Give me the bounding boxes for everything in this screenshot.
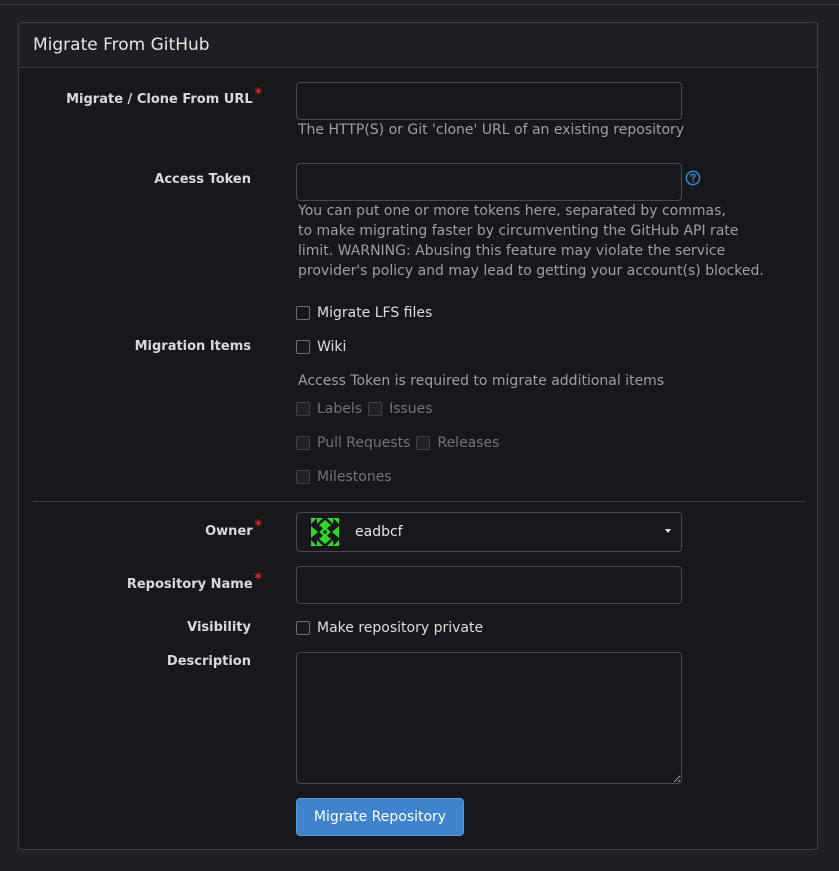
issues-checkbox-label: Issues xyxy=(389,401,433,417)
access-token-help: You can put one or more tokens here, sep… xyxy=(298,201,764,281)
private-checkbox[interactable]: Make repository private xyxy=(296,620,483,636)
migrate-repository-button[interactable]: Migrate Repository xyxy=(296,798,464,836)
labels-checkbox-label: Labels xyxy=(317,401,363,417)
lfs-checkbox[interactable]: Migrate LFS files xyxy=(296,305,432,321)
milestones-checkbox-label: Milestones xyxy=(317,469,392,485)
owner-name: eadbcf xyxy=(355,524,403,540)
wiki-checkbox[interactable]: Wiki xyxy=(296,339,346,355)
checkbox-box[interactable] xyxy=(296,340,310,354)
checkbox-box[interactable] xyxy=(296,306,310,320)
required-mark: * xyxy=(254,86,262,102)
repo-name-label: Repository Name * xyxy=(126,571,262,592)
milestones-checkbox[interactable] xyxy=(296,470,310,484)
owner-label: Owner * xyxy=(205,518,262,539)
migrate-panel: Migrate From GitHub Migrate / Clone From… xyxy=(18,22,818,850)
access-token-help-line: provider's policy and may lead to gettin… xyxy=(298,263,764,279)
access-token-help-line: to make migrating faster by circumventin… xyxy=(298,223,739,239)
pull-requests-checkbox-label: Pull Requests xyxy=(317,435,411,451)
access-token-help-line: You can put one or more tokens here, sep… xyxy=(298,203,726,219)
migration-items-row-3: Milestones xyxy=(296,469,392,485)
releases-checkbox-label: Releases xyxy=(437,435,500,451)
clone-url-label: Migrate / Clone From URL * xyxy=(66,86,262,107)
clone-url-help: The HTTP(S) or Git 'clone' URL of an exi… xyxy=(298,122,685,138)
access-token-help-line: limit. WARNING: Abusing this feature may… xyxy=(298,243,726,259)
migration-items-row-2: Pull Requests Releases xyxy=(296,435,499,451)
description-textarea[interactable] xyxy=(296,652,682,784)
migration-items-row-1: Labels Issues xyxy=(296,401,433,417)
access-token-label: Access Token xyxy=(154,172,251,187)
migration-items-label: Migration Items xyxy=(134,339,251,354)
checkbox-box[interactable] xyxy=(296,621,310,635)
labels-checkbox[interactable] xyxy=(296,402,310,416)
releases-checkbox[interactable] xyxy=(416,436,431,450)
access-token-input[interactable] xyxy=(296,163,682,201)
owner-dropdown[interactable]: eadbcf xyxy=(296,512,682,552)
description-label: Description xyxy=(166,654,251,669)
question-circle-icon[interactable] xyxy=(685,170,701,186)
owner-avatar xyxy=(311,518,339,546)
migration-items-note: Access Token is required to migrate addi… xyxy=(298,373,665,389)
required-mark: * xyxy=(254,571,262,587)
issues-checkbox[interactable] xyxy=(368,402,383,416)
panel-title: Migrate From GitHub xyxy=(19,23,817,68)
section-divider xyxy=(33,501,805,502)
pull-requests-checkbox[interactable] xyxy=(296,436,310,450)
top-divider xyxy=(0,4,839,5)
repo-name-label-text: Repository Name xyxy=(126,577,253,592)
wiki-checkbox-label: Wiki xyxy=(317,339,347,355)
required-mark: * xyxy=(254,518,262,534)
private-checkbox-label: Make repository private xyxy=(317,620,484,636)
clone-url-input[interactable] xyxy=(296,82,682,120)
owner-label-text: Owner xyxy=(205,524,253,539)
clone-url-label-text: Migrate / Clone From URL xyxy=(66,92,253,107)
visibility-label: Visibility xyxy=(187,620,251,635)
chevron-down-icon xyxy=(665,529,671,533)
repo-name-input[interactable] xyxy=(296,566,682,604)
lfs-checkbox-label: Migrate LFS files xyxy=(317,305,433,321)
